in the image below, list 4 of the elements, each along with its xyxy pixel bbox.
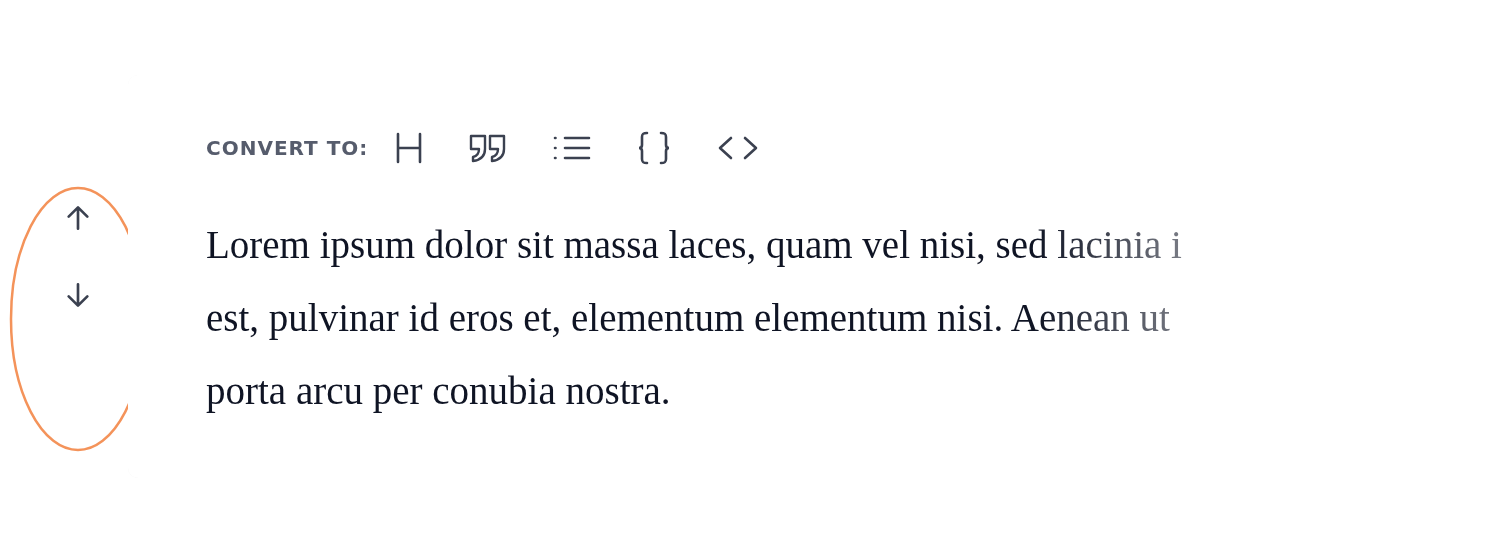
paragraph-line: porta arcu per conubia nostra. [206, 369, 671, 412]
paragraph-line: est, pulvinar id eros et, elementum elementum nisi. Aenean ut [206, 296, 1170, 339]
convert-to-label: CONVERT TO: [206, 136, 369, 160]
paragraph-line: Lorem ipsum dolor sit massa laces, quam vel nisi, sed lacinia i [206, 223, 1182, 266]
